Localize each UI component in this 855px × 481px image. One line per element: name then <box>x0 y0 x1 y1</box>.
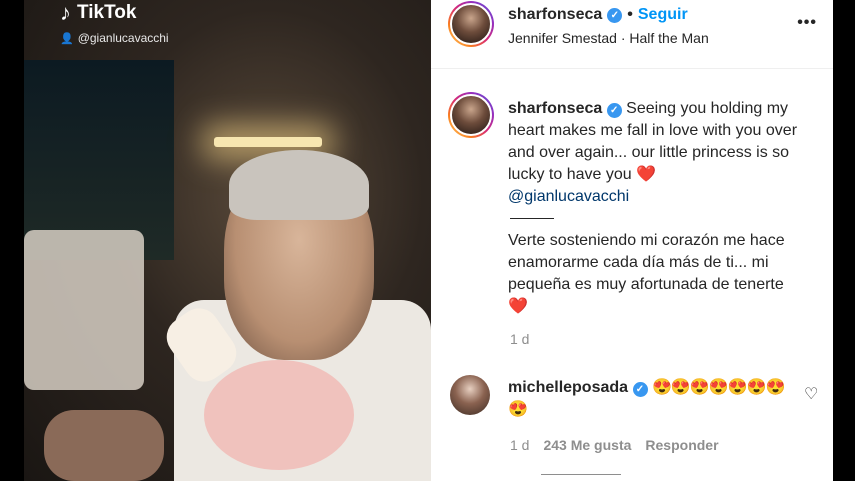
audio-track[interactable]: Jennifer Smestad · Half the Man <box>508 30 709 46</box>
reply-button[interactable]: Responder <box>645 437 718 453</box>
more-options-icon[interactable]: ••• <box>797 14 817 32</box>
tiktok-handle-text: @gianlucavacchi <box>77 31 169 45</box>
tiktok-logo-icon: ♪ <box>60 0 71 25</box>
comment-item: michelleposada ✓ 😍😍😍😍😍😍😍 😍 <box>508 377 798 421</box>
caption-divider <box>510 218 554 219</box>
red-heart-icon: ❤️ <box>636 166 656 183</box>
verified-badge-icon: ✓ <box>606 103 622 118</box>
caption-timestamp[interactable]: 1 d <box>510 331 529 347</box>
lamp-light <box>214 137 322 147</box>
tiktok-handle: 👤 @gianlucavacchi <box>60 31 169 45</box>
comment-meta: 1 d 243 Me gusta Responder <box>510 437 719 453</box>
comment-author[interactable]: michelleposada <box>508 379 628 396</box>
video-frame[interactable]: ♪ TikTok 👤 @gianlucavacchi <box>24 0 431 481</box>
like-comment-heart-icon[interactable]: ♡ <box>804 384 818 404</box>
post-caption: sharfonseca ✓ Seeing you holding my hear… <box>508 98 820 318</box>
baby <box>204 360 354 470</box>
right-letterbox <box>833 0 855 481</box>
comment-emojis: 😍😍😍😍😍😍😍 <box>651 379 785 396</box>
header-author-name[interactable]: sharfonseca <box>508 6 602 24</box>
comment-timestamp[interactable]: 1 d <box>510 437 529 453</box>
instagram-post-panel: sharfonseca ✓ • Seguir Jennifer Smestad … <box>431 0 833 481</box>
man-hair <box>229 150 369 220</box>
post-header: sharfonseca ✓ • Seguir Jennifer Smestad … <box>431 0 833 69</box>
verified-badge-icon: ✓ <box>607 7 623 23</box>
comment-emojis-line2: 😍 <box>508 401 528 418</box>
view-replies-line[interactable] <box>541 474 621 475</box>
red-heart-icon: ❤️ <box>508 298 528 315</box>
header-author-row: sharfonseca ✓ • Seguir <box>508 6 688 24</box>
commenter-avatar[interactable] <box>450 375 490 415</box>
caption-avatar[interactable] <box>448 92 494 138</box>
follow-button[interactable]: Seguir <box>638 6 688 24</box>
tiktok-label: TikTok <box>77 2 137 23</box>
verified-badge-icon: ✓ <box>632 382 648 397</box>
user-icon: 👤 <box>60 32 74 45</box>
caption-author[interactable]: sharfonseca <box>508 100 602 117</box>
left-letterbox <box>0 0 24 481</box>
background-couch <box>24 230 144 390</box>
comment-likes[interactable]: 243 Me gusta <box>543 437 631 453</box>
header-separator: • <box>627 6 633 23</box>
tiktok-watermark: ♪ TikTok <box>60 0 136 26</box>
tattooed-arm <box>44 410 164 481</box>
caption-mention[interactable]: @gianlucavacchi <box>508 186 820 208</box>
caption-text-es: Verte sosteniendo mi corazón me hace ena… <box>508 232 785 293</box>
author-avatar[interactable] <box>448 1 494 47</box>
